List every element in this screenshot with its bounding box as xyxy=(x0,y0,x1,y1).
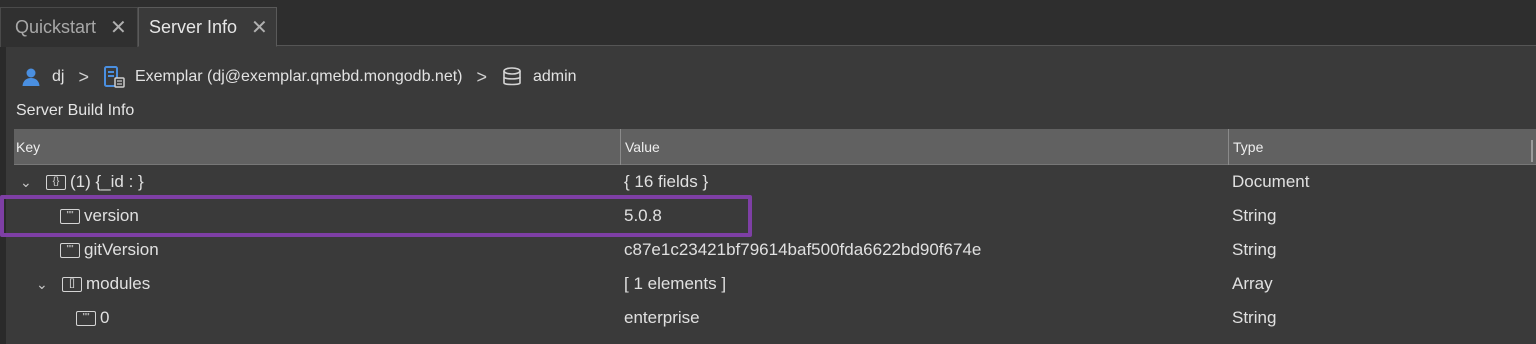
chevron-down-icon[interactable]: ⌄ xyxy=(36,276,50,293)
type-cell: String xyxy=(1232,240,1277,259)
column-header-type[interactable]: Type xyxy=(1228,129,1263,165)
table-row[interactable]: "" gitVersion c87e1c23421bf79614baf500fd… xyxy=(14,233,1536,267)
section-title: Server Build Info xyxy=(16,102,135,119)
chevron-right-icon: > xyxy=(78,66,89,87)
chevron-down-icon[interactable]: ⌄ xyxy=(20,174,34,191)
breadcrumb: dj > Exemplar (dj@exemplar.qmebd.mongodb… xyxy=(20,64,577,90)
string-icon: "" xyxy=(60,208,80,224)
close-icon[interactable]: ✕ xyxy=(110,15,127,40)
key-text: gitVersion xyxy=(84,240,159,259)
value-cell: enterprise xyxy=(624,308,700,327)
key-cell: "" version xyxy=(60,199,139,233)
table-row[interactable]: "" 0 enterprise String xyxy=(14,301,1536,335)
tab-server-info-label: Server Info xyxy=(149,16,238,37)
server-icon xyxy=(103,66,125,88)
key-text: (1) {_id : } xyxy=(70,172,144,191)
document-icon: {} xyxy=(46,174,66,190)
string-icon: "" xyxy=(60,242,80,258)
value-cell: [ 1 elements ] xyxy=(624,274,727,293)
array-icon: [] xyxy=(62,276,82,292)
column-header-key[interactable]: Key xyxy=(16,129,40,165)
key-cell: ⌄ [] modules xyxy=(36,267,150,301)
breadcrumb-user[interactable]: dj xyxy=(52,68,64,86)
tab-bar: Quickstart ✕ Server Info ✕ xyxy=(0,0,1536,47)
user-icon xyxy=(20,66,42,88)
table-row[interactable]: ⌄ [] modules [ 1 elements ] Array xyxy=(14,267,1536,301)
type-cell: Document xyxy=(1232,172,1310,191)
value-cell: 5.0.8 xyxy=(624,206,662,225)
string-icon: "" xyxy=(76,310,96,326)
chevron-right-icon: > xyxy=(476,66,487,87)
value-cell: { 16 fields } xyxy=(624,172,709,191)
value-cell: c87e1c23421bf79614baf500fda6622bd90f674e xyxy=(624,240,982,259)
breadcrumb-database[interactable]: admin xyxy=(533,68,577,86)
key-cell: "" gitVersion xyxy=(60,233,159,267)
type-cell: Array xyxy=(1232,274,1273,293)
type-cell: String xyxy=(1232,206,1277,225)
breadcrumb-connection[interactable]: Exemplar (dj@exemplar.qmebd.mongodb.net) xyxy=(135,68,463,86)
tab-quickstart[interactable]: Quickstart ✕ xyxy=(0,7,138,47)
database-icon xyxy=(501,66,523,88)
key-cell: "" 0 xyxy=(76,301,109,335)
table-row[interactable]: "" version 5.0.8 String xyxy=(14,199,1536,233)
key-text: 0 xyxy=(100,308,110,327)
key-text: modules xyxy=(86,274,151,293)
tab-server-info[interactable]: Server Info ✕ xyxy=(138,7,277,47)
server-info-panel: dj > Exemplar (dj@exemplar.qmebd.mongodb… xyxy=(0,47,1536,344)
column-resize-handle[interactable] xyxy=(1531,140,1533,162)
close-icon[interactable]: ✕ xyxy=(251,15,268,40)
column-header-value[interactable]: Value xyxy=(620,129,660,165)
results-table: Key Value Type ⌄ {} (1) {_id : } { 16 fi… xyxy=(14,129,1536,335)
tab-quickstart-label: Quickstart xyxy=(15,17,97,37)
key-text: version xyxy=(84,206,139,225)
key-cell: ⌄ {} (1) {_id : } xyxy=(20,165,144,199)
table-row[interactable]: ⌄ {} (1) {_id : } { 16 fields } Document xyxy=(14,165,1536,199)
table-header: Key Value Type xyxy=(14,129,1536,165)
type-cell: String xyxy=(1232,308,1277,327)
